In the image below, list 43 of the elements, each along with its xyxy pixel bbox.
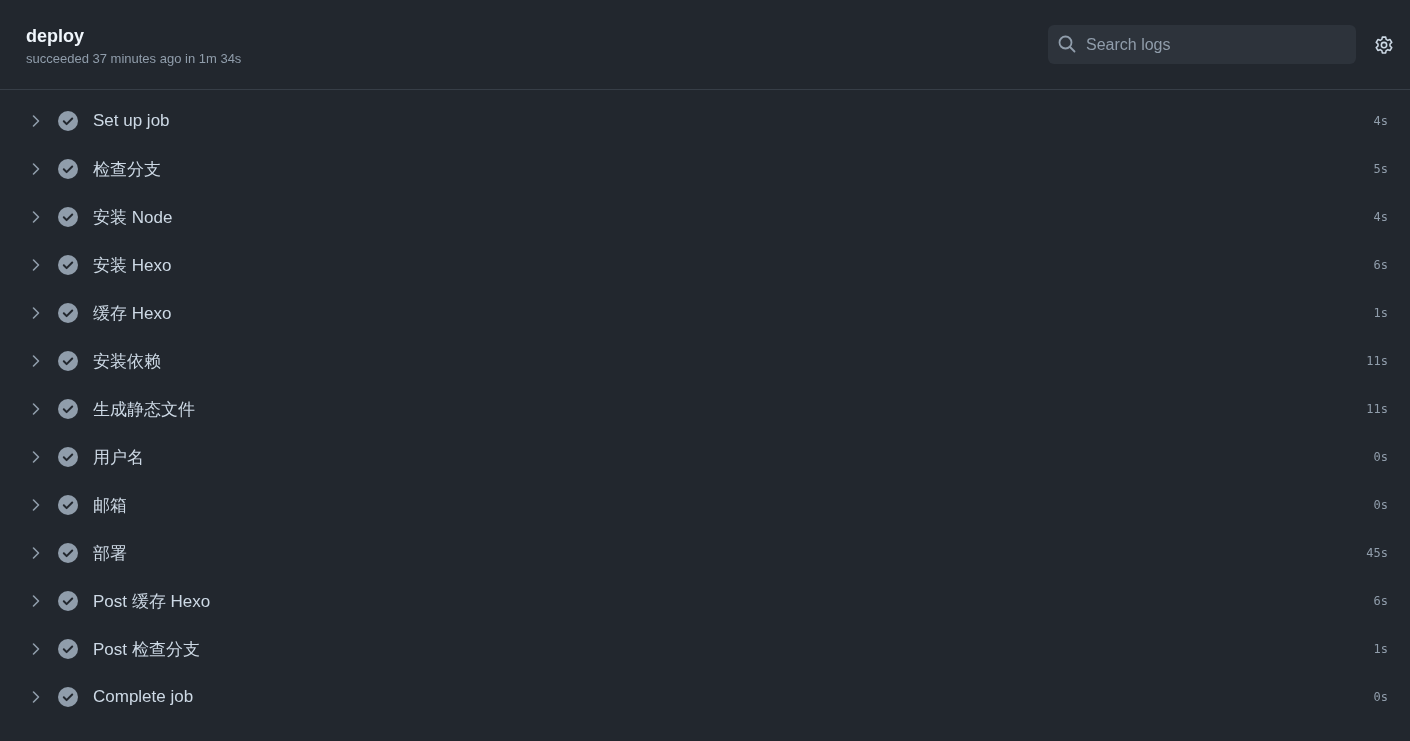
- step-duration: 1s: [1373, 642, 1388, 656]
- step-name[interactable]: Post 缓存 Hexo: [93, 589, 1374, 613]
- check-circle-icon: [58, 159, 78, 179]
- check-circle-icon: [58, 591, 78, 611]
- step-duration: 6s: [1373, 594, 1388, 608]
- check-circle-icon: [58, 543, 78, 563]
- step-duration: 5s: [1373, 162, 1388, 176]
- step-duration: 11s: [1366, 402, 1388, 416]
- step-duration: 0s: [1373, 690, 1388, 704]
- step-name[interactable]: 用户名: [93, 445, 1374, 469]
- step-duration: 1s: [1373, 306, 1388, 320]
- step-duration: 11s: [1366, 354, 1388, 368]
- step-duration: 0s: [1373, 498, 1388, 512]
- check-circle-icon: [58, 255, 78, 275]
- step-duration: 6s: [1373, 258, 1388, 272]
- job-title: deploy: [26, 25, 85, 47]
- check-circle-icon: [58, 303, 78, 323]
- step-name[interactable]: 邮箱: [93, 493, 1374, 517]
- check-circle-icon: [58, 207, 78, 227]
- step-name[interactable]: Set up job: [93, 111, 1374, 131]
- step-duration: 45s: [1366, 546, 1388, 560]
- step-name[interactable]: Complete job: [93, 687, 1374, 707]
- step-name[interactable]: 安装 Hexo: [93, 253, 1374, 277]
- step-duration: 4s: [1373, 114, 1388, 128]
- step-name[interactable]: 生成静态文件: [93, 397, 1367, 421]
- check-circle-icon: [58, 111, 78, 131]
- search-field[interactable]: Search logs: [1048, 25, 1356, 64]
- step-name[interactable]: 安装依赖: [93, 349, 1367, 373]
- step-name[interactable]: 缓存 Hexo: [93, 301, 1374, 325]
- job-summary: succeeded 37 minutes ago in 1m 34s: [26, 50, 243, 66]
- check-circle-icon: [58, 639, 78, 659]
- check-circle-icon: [58, 351, 78, 371]
- step-duration: 0s: [1373, 450, 1388, 464]
- step-name[interactable]: 部署: [93, 541, 1367, 565]
- step-name[interactable]: Post 检查分支: [93, 637, 1374, 661]
- step-name[interactable]: 检查分支: [93, 157, 1374, 181]
- step-name[interactable]: 安装 Node: [93, 205, 1374, 229]
- check-circle-icon: [58, 495, 78, 515]
- settings-icon[interactable]: [1374, 34, 1394, 55]
- check-circle-icon: [58, 447, 78, 467]
- check-circle-icon: [58, 687, 78, 707]
- check-circle-icon: [58, 399, 78, 419]
- step-duration: 4s: [1373, 210, 1388, 224]
